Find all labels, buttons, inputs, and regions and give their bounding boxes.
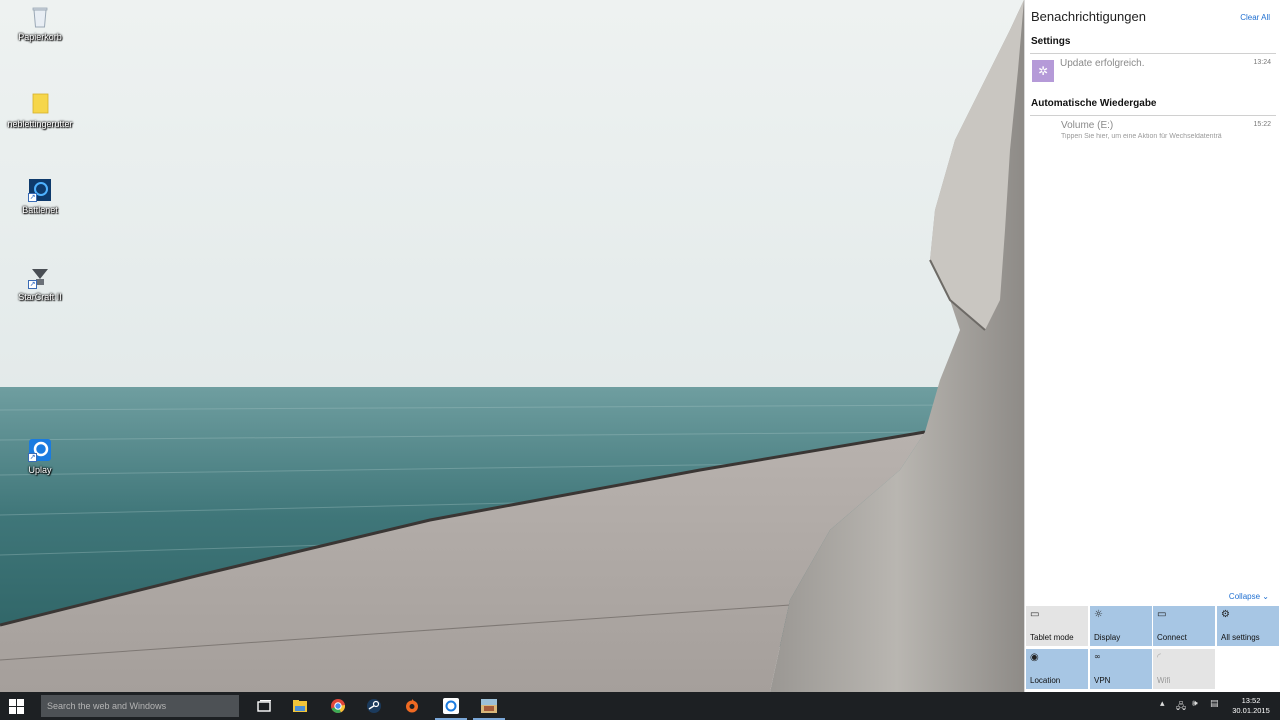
desktop-icon-recycle-bin[interactable]: Papierkorb [5,5,75,43]
wifi-icon: ◜ [1157,652,1161,663]
chrome-icon [331,699,346,713]
notification-item[interactable]: Volume (E:) Tippen Sie hier, um eine Akt… [1030,118,1276,152]
tile-label: VPN [1094,676,1111,685]
divider [1030,115,1276,116]
desktop-icon-label: Battlenet [22,205,58,215]
document-icon [28,92,52,116]
desktop-icon-uplay[interactable]: ↗ Uplay [5,438,75,476]
connect-icon: ▭ [1157,609,1167,620]
quick-action-vpn[interactable]: ∞ VPN [1090,649,1152,689]
taskbar-app-task-view[interactable] [246,692,282,720]
tablet-mode-icon: ▭ [1030,609,1040,620]
windows-logo-icon [9,699,24,714]
search-input[interactable] [41,695,239,717]
collapse-label: Collapse [1228,592,1261,601]
notification-item[interactable]: ✲ Update erfolgreich. 13:24 [1030,56,1276,90]
notification-body: Tippen Sie hier, um eine Aktion für Wech… [1061,133,1222,140]
shortcut-arrow-icon: ↗ [28,193,37,202]
tile-label: Wifi [1157,676,1171,685]
taskbar-app-origin[interactable] [394,692,430,720]
desktop-icon-label: Uplay [28,465,52,475]
action-center-panel: Benachrichtigungen Clear All Settings ✲ … [1024,0,1280,692]
quick-action-wifi[interactable]: ◜ Wifi [1153,649,1215,689]
uplay-icon: ↗ [28,438,52,462]
divider [1030,53,1276,54]
desktop-icon-folder[interactable]: neblettingerutter [5,92,75,130]
desktop-icon-label: Papierkorb [18,32,62,42]
tile-label: Display [1094,633,1121,642]
notification-title: Update erfolgreich. [1060,58,1145,69]
tile-label: All settings [1221,633,1260,642]
location-icon: ◉ [1030,652,1039,663]
quick-action-connect[interactable]: ▭ Connect [1153,606,1215,646]
battlenet-icon: ↗ [28,178,52,202]
start-button[interactable] [0,692,34,720]
notification-title: Volume (E:) [1061,120,1114,131]
action-center-title: Benachrichtigungen [1031,9,1146,24]
quick-action-location[interactable]: ◉ Location [1026,649,1088,689]
clock-time: 13:52 [1241,696,1261,705]
file-explorer-icon [293,700,307,712]
network-icon[interactable]: 🖧 [1176,699,1186,715]
gear-icon: ⚙ [1221,609,1230,620]
taskbar-clock[interactable]: 13:52 30.01.2015 [1229,696,1273,716]
shortcut-arrow-icon: ↗ [28,280,37,289]
taskbar-app-uplay[interactable] [433,692,469,720]
taskbar-app-chrome[interactable] [320,692,356,720]
clock-date: 30.01.2015 [1232,706,1270,715]
starcraft-icon: ↗ [28,265,52,289]
shortcut-arrow-icon: ↗ [28,453,37,462]
uplay-icon [443,698,459,714]
taskbar-app-photos[interactable] [471,692,507,720]
gear-icon: ✲ [1032,60,1054,82]
taskbar-app-steam[interactable] [356,692,392,720]
quick-action-tablet-mode[interactable]: ▭ Tablet mode [1026,606,1088,646]
volume-icon[interactable]: 🕪 [1192,699,1198,709]
tile-label: Location [1030,676,1061,685]
tile-label: Tablet mode [1030,633,1074,642]
notification-time: 13:24 [1253,59,1271,66]
taskbar-app-file-explorer[interactable] [282,692,318,720]
task-view-icon [257,700,271,712]
desktop-icon-starcraft[interactable]: ↗ StarCraft II [5,265,75,303]
origin-icon [406,699,418,713]
collapse-button[interactable]: Collapse ⌄ [1229,592,1269,601]
vpn-icon: ∞ [1094,652,1101,661]
desktop-icon-label: neblettingerutter [7,119,73,129]
notification-group-title[interactable]: Automatische Wiedergabe [1031,98,1157,109]
show-hidden-icons-chevron-icon[interactable]: ▴ [1160,699,1165,709]
quick-action-display[interactable]: ☼ Display [1090,606,1152,646]
chevron-down-icon: ⌄ [1262,592,1269,601]
taskbar: ▴ 🖧 🕪 ▤ 13:52 30.01.2015 [0,692,1280,720]
tile-label: Connect [1157,633,1187,642]
desktop-icon-battlenet[interactable]: ↗ Battlenet [5,178,75,216]
action-center-icon[interactable]: ▤ [1210,699,1219,709]
notification-time: 15:22 [1253,121,1271,128]
desktop-icon-label: StarCraft II [18,292,62,302]
notification-group-title[interactable]: Settings [1031,36,1070,47]
clear-all-button[interactable]: Clear All [1240,13,1270,22]
brightness-icon: ☼ [1094,609,1103,620]
quick-action-all-settings[interactable]: ⚙ All settings [1217,606,1279,646]
photos-icon [481,699,497,713]
steam-icon [367,699,381,713]
recycle-bin-icon [28,5,52,29]
